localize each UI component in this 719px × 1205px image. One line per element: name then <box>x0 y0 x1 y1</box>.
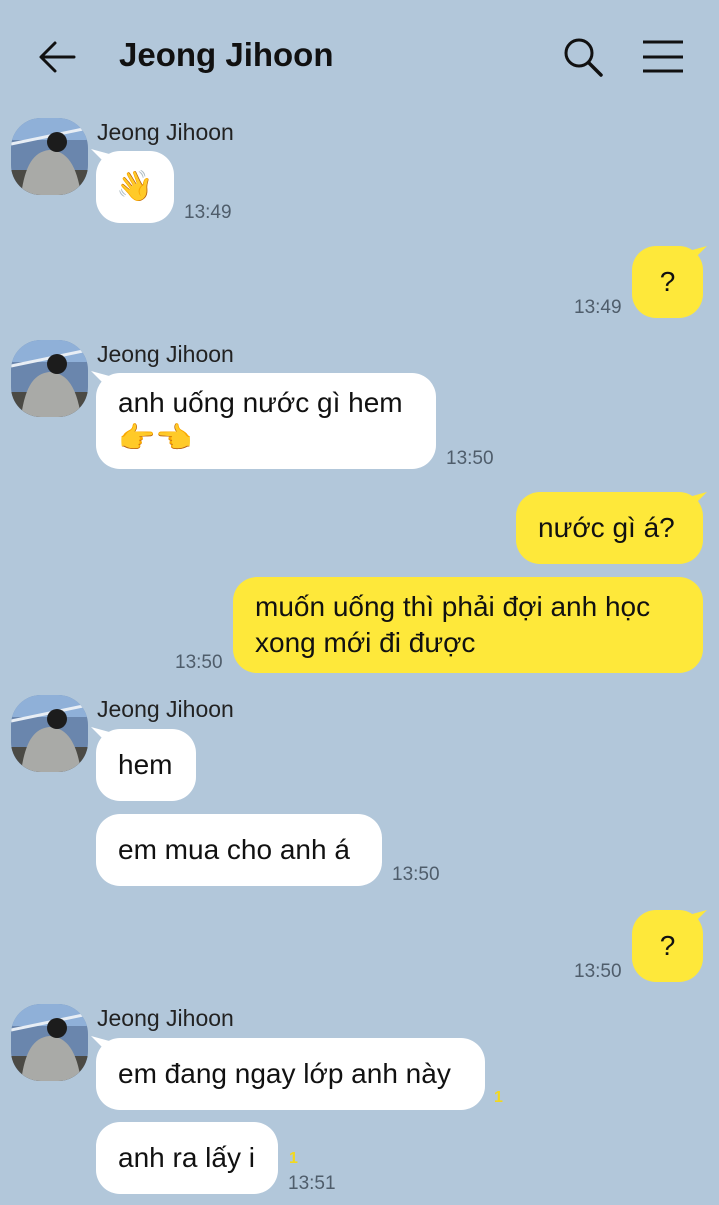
message-bubble[interactable]: ? <box>632 910 703 982</box>
hamburger-menu-icon <box>643 40 683 73</box>
message-bubble[interactable]: anh ra lấy i <box>96 1122 278 1194</box>
profile-photo <box>11 340 88 417</box>
message-time: 13:50 <box>574 961 622 982</box>
sender-name: Jeong Jihoon <box>97 696 234 722</box>
message-time: 13:49 <box>574 297 622 318</box>
profile-photo <box>11 1004 88 1081</box>
message-bubble[interactable]: muốn uống thì phải đợi anh học xong mới … <box>233 577 703 673</box>
back-button[interactable] <box>36 36 78 78</box>
arrow-left-icon <box>39 41 76 73</box>
message-bubble[interactable]: em mua cho anh á <box>96 814 382 886</box>
pointing-fingers-emoji: 👉👈 <box>118 422 193 455</box>
chat-title: Jeong Jihoon <box>119 36 334 73</box>
waving-hand-emoji: 👋 <box>116 170 154 203</box>
message-time: 13:49 <box>184 202 232 223</box>
message-time: 13:50 <box>175 652 223 673</box>
message-text-line: muốn uống thì phải đợi anh học <box>255 591 651 622</box>
message-bubble[interactable]: hem <box>96 729 196 801</box>
message-bubble[interactable]: anh uống nước gì hem 👉👈 <box>96 373 436 469</box>
message-text: hem <box>118 749 173 780</box>
sender-name: Jeong Jihoon <box>97 341 234 367</box>
chat-header: Jeong Jihoon <box>0 0 719 110</box>
avatar[interactable] <box>11 118 88 195</box>
avatar[interactable] <box>11 340 88 417</box>
message-text-line: anh uống nước gì hem <box>118 387 403 418</box>
message-text: ? <box>659 266 676 297</box>
search-button[interactable] <box>562 36 604 78</box>
message-time: 13:50 <box>446 448 494 469</box>
profile-photo <box>11 695 88 772</box>
message-bubble[interactable]: ? <box>632 246 703 318</box>
sender-name: Jeong Jihoon <box>97 1005 234 1031</box>
search-icon <box>564 38 603 77</box>
profile-photo <box>11 118 88 195</box>
message-text: anh ra lấy i <box>118 1142 255 1173</box>
message-text: em đang ngay lớp anh này <box>118 1058 451 1089</box>
menu-button[interactable] <box>641 36 685 78</box>
unread-count: 1 <box>289 1150 298 1167</box>
message-bubble[interactable]: 👋 <box>96 151 174 223</box>
unread-count: 1 <box>494 1089 503 1106</box>
message-bubble[interactable]: em đang ngay lớp anh này <box>96 1038 485 1110</box>
message-text-line: xong mới đi được <box>255 627 476 658</box>
message-text: ? <box>659 930 676 961</box>
avatar[interactable] <box>11 695 88 772</box>
message-text: nước gì á? <box>538 512 675 543</box>
message-time: 13:50 <box>392 864 440 885</box>
message-time: 13:51 <box>288 1173 336 1194</box>
sender-name: Jeong Jihoon <box>97 119 234 145</box>
avatar[interactable] <box>11 1004 88 1081</box>
message-bubble[interactable]: nước gì á? <box>516 492 703 564</box>
message-text: em mua cho anh á <box>118 834 350 865</box>
